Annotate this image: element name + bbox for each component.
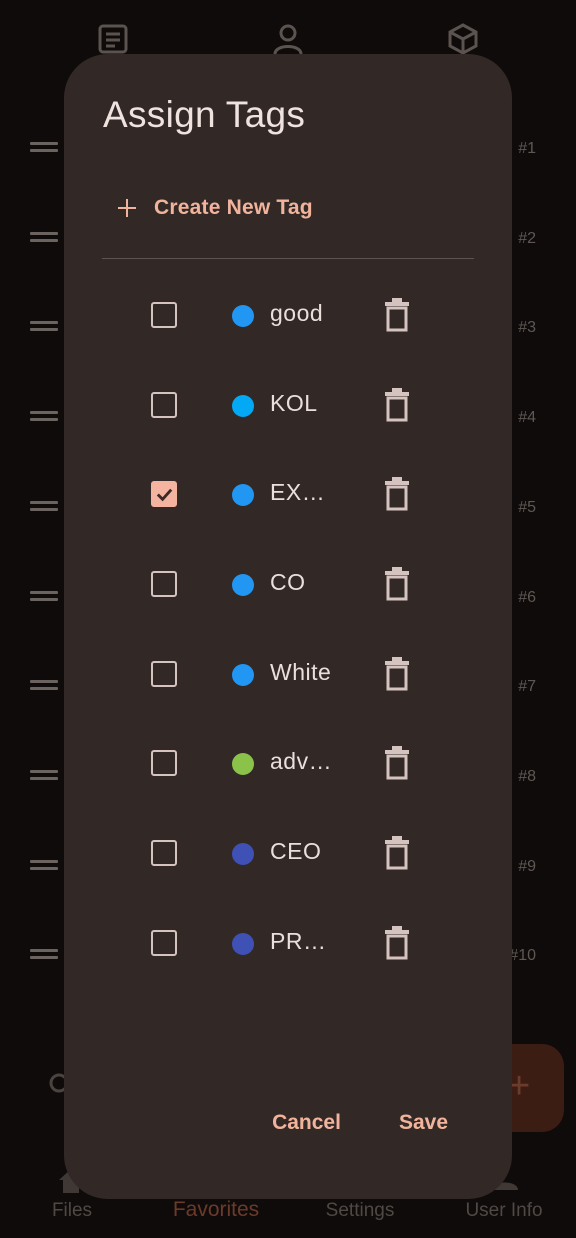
tag-name: advisor xyxy=(270,748,336,775)
tag-name: good xyxy=(270,300,324,326)
tag-row: KOL xyxy=(64,362,512,452)
tag-row: PRESS xyxy=(64,900,512,990)
tag-checkbox[interactable] xyxy=(151,660,177,687)
tag-color-dot xyxy=(232,574,254,597)
tag-checkbox[interactable] xyxy=(151,571,177,598)
cancel-button[interactable]: Cancel xyxy=(272,1111,341,1135)
create-new-tag-label: Create New Tag xyxy=(154,196,313,219)
tag-checkbox[interactable] xyxy=(151,391,177,418)
divider xyxy=(102,258,474,259)
tag-checkbox[interactable] xyxy=(151,840,177,867)
delete-tag-icon[interactable] xyxy=(384,387,410,422)
dialog-title: Assign Tags xyxy=(103,94,306,135)
tag-name: KOL xyxy=(270,389,318,416)
delete-tag-icon[interactable] xyxy=(384,746,410,780)
tag-row: White xyxy=(64,631,512,721)
tag-checkbox[interactable] xyxy=(151,481,177,508)
tag-color-dot xyxy=(232,932,254,955)
plus-icon xyxy=(116,197,138,219)
tag-name: White xyxy=(270,658,332,685)
tag-color-dot xyxy=(232,753,254,776)
save-button[interactable]: Save xyxy=(399,1111,448,1135)
create-new-tag-button[interactable]: Create New Tag xyxy=(116,184,346,232)
tag-row: EXECUTIVE xyxy=(64,451,512,541)
tag-name: CO xyxy=(270,569,306,596)
tag-checkbox[interactable] xyxy=(151,929,177,956)
tag-name: PRESS xyxy=(270,927,336,954)
delete-tag-icon[interactable] xyxy=(384,836,410,870)
tag-name: CEO xyxy=(270,838,322,865)
tag-color-dot xyxy=(232,394,254,417)
tag-name: EXECUTIVE xyxy=(270,479,336,506)
tag-color-dot xyxy=(232,663,254,686)
delete-tag-icon[interactable] xyxy=(384,567,410,601)
tag-checkbox[interactable] xyxy=(151,750,177,777)
tag-color-dot xyxy=(232,843,254,866)
tag-row: CEO xyxy=(64,810,512,900)
delete-tag-icon[interactable] xyxy=(384,656,410,691)
tag-list: good KOL EXECUTIVE CO White advisor CEO PRESS xyxy=(64,272,512,990)
delete-tag-icon[interactable] xyxy=(384,925,410,960)
tag-row: CO xyxy=(64,541,512,631)
delete-tag-icon[interactable] xyxy=(384,298,410,332)
tag-color-dot xyxy=(232,484,254,507)
delete-tag-icon[interactable] xyxy=(384,477,410,511)
tag-color-dot xyxy=(232,305,254,327)
assign-tags-dialog: Assign Tags Create New Tag good KOL EXECUT… xyxy=(64,54,512,1199)
tag-row: advisor xyxy=(64,720,512,810)
dialog-actions: Cancel Save xyxy=(214,1111,448,1135)
tag-row: good xyxy=(64,272,512,362)
tag-checkbox[interactable] xyxy=(151,302,177,328)
